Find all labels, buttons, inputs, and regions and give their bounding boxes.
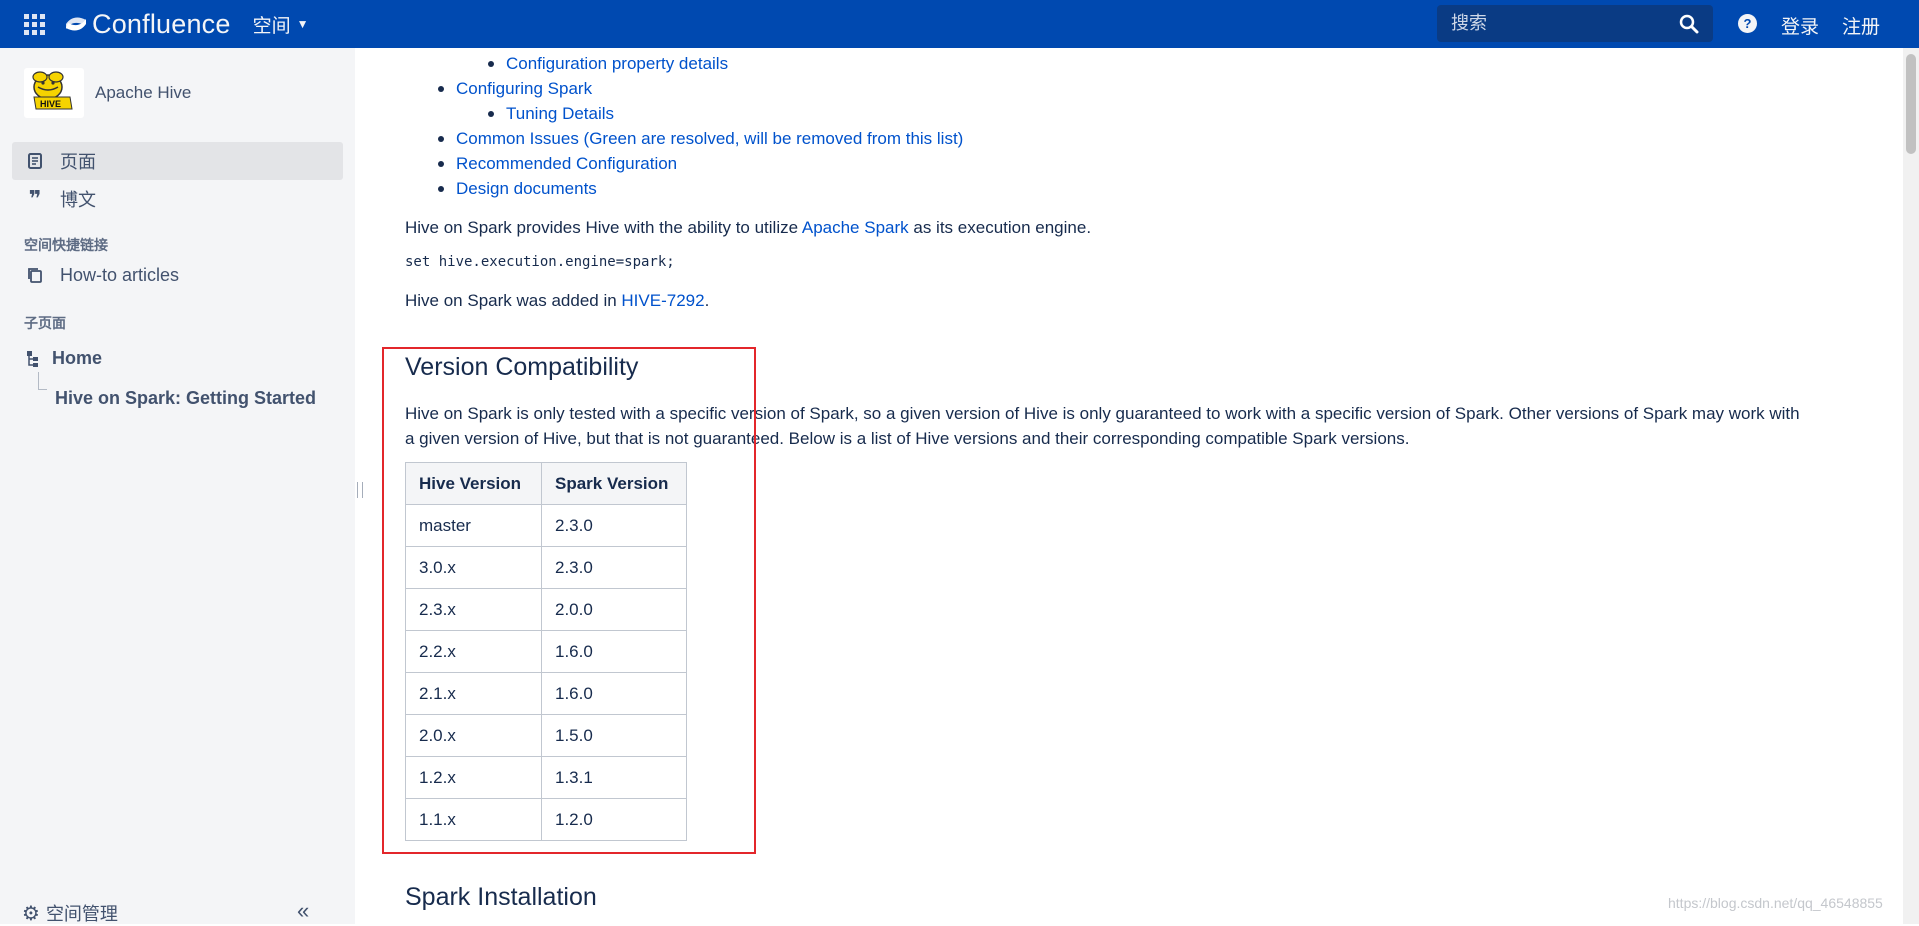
page-icon: [26, 152, 44, 170]
version-paragraph-line-1: Hive on Spark is only tested with a spec…: [405, 404, 1800, 423]
space-sidebar: HIVE Apache Hive 页面 ❞ 博文 空间快捷链接 How-to a…: [0, 48, 355, 926]
help-icon[interactable]: ?: [1738, 14, 1757, 33]
shortcut-how-to-articles[interactable]: How-to articles: [12, 256, 343, 294]
table-header-row: Hive Version Spark Version: [405, 462, 687, 505]
table-row: 2.1.x 1.6.0: [405, 672, 687, 715]
toc-item: Design documents: [438, 179, 597, 199]
copy-icon: [26, 266, 44, 284]
toc-item: Recommended Configuration: [438, 154, 677, 174]
column-header-hive-version: Hive Version: [405, 462, 542, 505]
hive-version-cell: 2.3.x: [405, 588, 542, 631]
version-compatibility-table: Hive Version Spark Version master 2.3.0 3…: [405, 462, 687, 841]
toc-link-configuration-property-details[interactable]: Configuration property details: [506, 54, 728, 74]
gear-icon: ⚙: [22, 902, 40, 925]
hive-version-cell: 1.2.x: [405, 756, 542, 799]
spark-version-cell: 2.0.0: [541, 588, 687, 631]
code-snippet: set hive.execution.engine=spark;: [405, 254, 675, 270]
product-name: Confluence: [92, 8, 231, 39]
table-row: master 2.3.0: [405, 504, 687, 547]
hive-version-cell: 1.1.x: [405, 798, 542, 841]
version-compatibility-heading: Version Compatibility: [405, 353, 639, 381]
toc-link-common-issues[interactable]: Common Issues (Green are resolved, will …: [456, 129, 963, 149]
shortcuts-heading: 空间快捷链接: [24, 237, 108, 253]
toc-item: Tuning Details: [488, 104, 614, 124]
hive-version-cell: 2.0.x: [405, 714, 542, 757]
intro-paragraph: Hive on Spark provides Hive with the abi…: [405, 218, 1092, 237]
signup-link[interactable]: 注册: [1842, 12, 1880, 39]
quote-icon: ❞: [28, 186, 42, 211]
search-icon[interactable]: [1679, 14, 1699, 34]
watermark-text: https://blog.csdn.net/qq_46548855: [1668, 895, 1883, 911]
version-paragraph-line-2: a given version of Hive, but that is not…: [405, 429, 1410, 448]
spark-version-cell: 1.5.0: [541, 714, 687, 757]
svg-text:HIVE: HIVE: [40, 99, 61, 109]
tree-item-label: Home: [52, 348, 103, 368]
toc-link-tuning-details[interactable]: Tuning Details: [506, 104, 614, 124]
hive-version-cell: 2.1.x: [405, 672, 542, 715]
hive-bee-logo-icon: HIVE: [32, 71, 73, 110]
hive-7292-link[interactable]: HIVE-7292: [621, 291, 704, 310]
spark-version-cell: 1.6.0: [541, 672, 687, 715]
sidebar-item-blog[interactable]: ❞ 博文: [12, 180, 343, 218]
space-tools-button[interactable]: ⚙ 空间管理: [22, 900, 118, 926]
hive-logo: HIVE: [24, 68, 84, 118]
confluence-logo[interactable]: Confluence: [64, 9, 231, 40]
sidebar-item-pages[interactable]: 页面: [12, 142, 343, 180]
toc-item: Common Issues (Green are resolved, will …: [438, 129, 963, 149]
search-box: [1437, 5, 1713, 42]
toc-item: Configuration property details: [488, 54, 728, 74]
table-row: 2.3.x 2.0.0: [405, 588, 687, 631]
page-content: Configuration property details Configuri…: [355, 48, 1903, 924]
chevron-down-icon: ▼: [296, 17, 309, 31]
toc-link-recommended-configuration[interactable]: Recommended Configuration: [456, 154, 677, 174]
toc-item: Configuring Spark: [438, 79, 592, 99]
space-name: Apache Hive: [95, 83, 192, 102]
table-row: 1.1.x 1.2.0: [405, 798, 687, 841]
shortcut-label: How-to articles: [60, 264, 180, 285]
confluence-logo-icon: [66, 17, 86, 31]
spaces-menu-label: 空间: [252, 15, 291, 37]
hive-version-cell: 3.0.x: [405, 546, 542, 589]
hierarchy-icon: [27, 350, 38, 367]
apache-spark-link[interactable]: Apache Spark: [802, 218, 909, 237]
scrollbar-thumb[interactable]: [1906, 54, 1916, 154]
hive-version-cell: master: [405, 504, 542, 547]
table-row: 3.0.x 2.3.0: [405, 546, 687, 589]
table-row: 1.2.x 1.3.1: [405, 756, 687, 799]
space-tools-label: 空间管理: [45, 904, 118, 924]
children-heading: 子页面: [24, 315, 66, 331]
tree-item-home[interactable]: Home: [26, 348, 102, 369]
tree-connector: [38, 372, 47, 390]
top-navigation-bar: Confluence 空间 ▼ ? 登录 注册: [0, 0, 1919, 48]
space-header[interactable]: HIVE Apache Hive: [24, 68, 191, 118]
spark-version-cell: 2.3.0: [541, 546, 687, 589]
hive-version-cell: 2.2.x: [405, 630, 542, 673]
added-paragraph: Hive on Spark was added in HIVE-7292.: [405, 291, 710, 310]
spark-version-cell: 1.3.1: [541, 756, 687, 799]
spark-installation-heading: Spark Installation: [405, 883, 597, 911]
app-switcher-icon[interactable]: [22, 12, 46, 36]
toc-link-configuring-spark[interactable]: Configuring Spark: [456, 79, 592, 99]
vertical-scrollbar[interactable]: [1903, 48, 1919, 924]
table-row: 2.0.x 1.5.0: [405, 714, 687, 757]
login-link[interactable]: 登录: [1781, 12, 1819, 39]
sidebar-item-label: 页面: [60, 152, 96, 172]
search-input[interactable]: [1449, 12, 1669, 35]
spark-version-cell: 1.2.0: [541, 798, 687, 841]
table-row: 2.2.x 1.6.0: [405, 630, 687, 673]
collapse-sidebar-icon[interactable]: «: [297, 898, 309, 924]
spark-version-cell: 1.6.0: [541, 630, 687, 673]
spaces-menu-button[interactable]: 空间 ▼: [253, 11, 309, 38]
tree-item-hive-on-spark[interactable]: Hive on Spark: Getting Started: [55, 388, 316, 409]
sidebar-item-label: 博文: [60, 190, 96, 210]
spark-version-cell: 2.3.0: [541, 504, 687, 547]
column-header-spark-version: Spark Version: [541, 462, 687, 505]
toc-link-design-documents[interactable]: Design documents: [456, 179, 597, 199]
